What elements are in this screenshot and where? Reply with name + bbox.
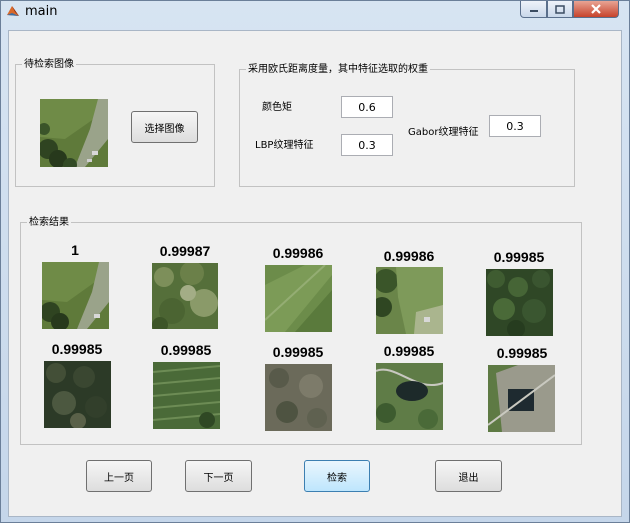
gabor-texture-label: Gabor纹理特征 xyxy=(408,127,479,138)
result-image[interactable] xyxy=(44,361,111,428)
result-score: 0.99986 xyxy=(383,248,435,264)
previous-page-button[interactable]: 上一页 xyxy=(86,460,152,492)
minimize-button[interactable] xyxy=(520,1,547,18)
result-image[interactable] xyxy=(265,364,332,431)
result-score: 0.99985 xyxy=(493,249,545,265)
result-score: 0.99986 xyxy=(272,245,324,261)
color-moment-weight-input[interactable]: 0.6 xyxy=(341,96,393,118)
query-group-title: 待检索图像 xyxy=(22,58,76,71)
matlab-icon xyxy=(7,6,19,16)
result-image[interactable] xyxy=(488,365,555,432)
window-title: main xyxy=(25,4,58,19)
color-moment-label: 颜色矩 xyxy=(262,102,292,113)
search-button[interactable]: 检索 xyxy=(304,460,370,492)
result-score: 0.99985 xyxy=(496,345,548,361)
result-image[interactable] xyxy=(265,265,332,332)
close-button[interactable] xyxy=(573,1,619,18)
result-score: 0.99985 xyxy=(272,344,324,360)
results-group-title: 检索结果 xyxy=(27,216,71,229)
result-score: 0.99985 xyxy=(51,341,103,357)
query-image xyxy=(40,99,108,167)
next-page-button[interactable]: 下一页 xyxy=(185,460,252,492)
close-icon xyxy=(591,4,601,14)
result-image[interactable] xyxy=(376,363,443,430)
result-image[interactable] xyxy=(486,269,553,336)
minimize-icon xyxy=(529,10,538,12)
result-image[interactable] xyxy=(376,267,443,334)
maximize-icon xyxy=(555,4,565,14)
result-image[interactable] xyxy=(152,263,218,329)
lbp-texture-label: LBP纹理特征 xyxy=(255,140,314,151)
exit-button[interactable]: 退出 xyxy=(435,460,502,492)
result-score: 0.99985 xyxy=(383,343,435,359)
result-score: 0.99985 xyxy=(160,342,212,358)
lbp-weight-input[interactable]: 0.3 xyxy=(341,134,393,156)
result-image[interactable] xyxy=(153,362,220,429)
result-score: 0.99987 xyxy=(159,243,211,259)
result-score: 1 xyxy=(71,242,79,258)
weights-group-title: 采用欧氏距离度量，其中特征选取的权重 xyxy=(246,63,430,76)
maximize-button[interactable] xyxy=(547,1,573,18)
result-image[interactable] xyxy=(42,262,109,329)
gabor-weight-input[interactable]: 0.3 xyxy=(489,115,541,137)
select-image-button[interactable]: 选择图像 xyxy=(131,111,198,143)
